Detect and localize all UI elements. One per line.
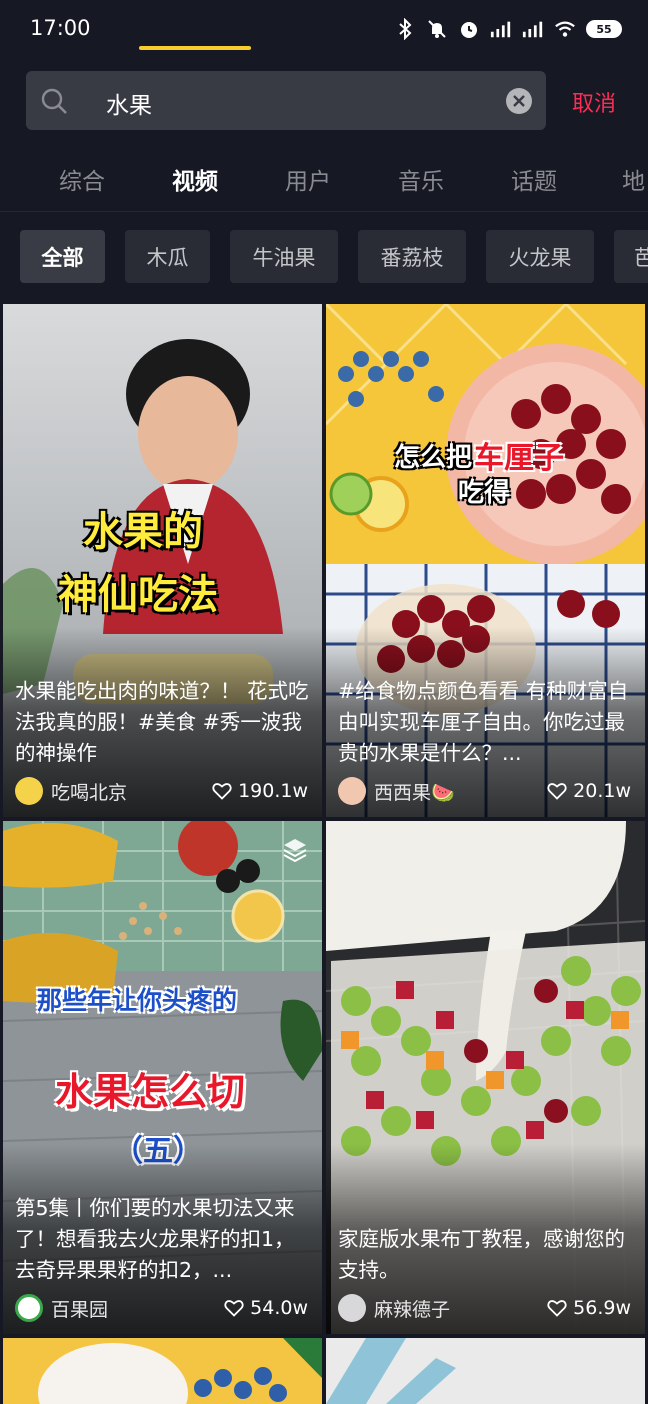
avatar[interactable]	[15, 1294, 43, 1322]
search-input[interactable]: 水果	[26, 71, 546, 130]
like-count: 20.1w	[547, 780, 631, 802]
chip-all[interactable]: 全部	[20, 230, 105, 283]
chip-dragon-fruit[interactable]: 火龙果	[486, 230, 594, 283]
tab-general[interactable]: 综合	[59, 162, 105, 196]
chip-avocado[interactable]: 牛油果	[230, 230, 338, 283]
video-meta: 麻辣德子 56.9w	[338, 1294, 631, 1322]
avatar[interactable]	[338, 1294, 366, 1322]
filter-chips: 全部 木瓜 牛油果 番荔枝 火龙果 芭	[0, 230, 648, 284]
result-tabs: 综合 视频 用户 音乐 话题 地	[0, 158, 648, 212]
tabs-divider	[0, 211, 648, 212]
author-name[interactable]: 麻辣德子	[374, 1295, 450, 1322]
video-overlay-highlight: 车厘子	[474, 441, 564, 476]
tab-topics[interactable]: 话题	[511, 162, 557, 196]
video-description: 第5集丨你们要的水果切法又来了！想看我去火龙果籽的扣1，去奇异果果籽的扣2，..…	[15, 1196, 295, 1282]
avatar[interactable]	[338, 777, 366, 805]
status-icons: 55	[394, 14, 622, 44]
video-meta: 吃喝北京 190.1w	[15, 777, 308, 805]
author-name[interactable]: 西西果🍉	[374, 778, 455, 805]
video-card[interactable]: 水果的 神仙吃法 水果能吃出肉的味道？！ 花式吃法我真的服！#美食 #秀一波我的…	[3, 304, 322, 817]
clear-search-icon[interactable]	[506, 88, 532, 114]
wifi-icon	[554, 18, 576, 40]
search-icon	[40, 87, 68, 115]
video-description: #给食物点颜色看看 有种财富自由叫实现车厘子自由。你吃过最贵的水果是什么？...	[338, 679, 629, 765]
signal-icon	[490, 18, 512, 40]
like-count-value: 54.0w	[250, 1297, 308, 1319]
chip-banana[interactable]: 芭	[614, 230, 648, 283]
mute-icon	[426, 18, 448, 40]
cancel-button[interactable]: 取消	[572, 86, 616, 118]
like-count: 190.1w	[212, 780, 308, 802]
video-overlay-title: 那些年让你头疼的	[37, 986, 238, 1015]
video-card[interactable]: 家庭版水果布丁教程，感谢您的支持。 麻辣德子 56.9w	[326, 821, 645, 1334]
video-overlay-title: 怎么把	[394, 443, 473, 473]
author-name[interactable]: 百果园	[51, 1295, 108, 1322]
status-time: 17:00	[30, 16, 91, 40]
tab-videos[interactable]: 视频	[172, 162, 218, 196]
video-description: 家庭版水果布丁教程，感谢您的支持。	[338, 1227, 625, 1282]
search-query: 水果	[106, 93, 152, 119]
like-count-value: 190.1w	[238, 780, 308, 802]
heart-icon	[547, 1300, 567, 1317]
video-card[interactable]: 那些年让你头疼的 水果怎么切 （五） 第5集丨你们要的水果切法又来了！想看我去火…	[3, 821, 322, 1334]
video-meta: 百果园 54.0w	[15, 1294, 308, 1322]
avatar[interactable]	[15, 777, 43, 805]
video-overlay-title: 神仙吃法	[58, 572, 218, 618]
signal-icon	[522, 18, 544, 40]
video-card[interactable]	[3, 1338, 322, 1404]
multi-image-icon	[281, 835, 309, 867]
video-thumbnail	[326, 1338, 645, 1404]
video-card[interactable]	[326, 1338, 645, 1404]
video-description: 水果能吃出肉的味道？！ 花式吃法我真的服！#美食 #秀一波我的神操作	[15, 679, 309, 765]
active-tab-indicator	[139, 46, 251, 50]
tab-music[interactable]: 音乐	[398, 162, 444, 196]
tab-users[interactable]: 用户	[285, 162, 331, 196]
heart-icon	[547, 783, 567, 800]
heart-icon	[212, 783, 232, 800]
video-overlay-title: 吃得	[458, 478, 511, 508]
battery-icon: 55	[586, 20, 622, 38]
video-card[interactable]: 怎么把 车厘子 吃得 #给食物点颜色看看 有种财富自由叫实现车厘子自由。你吃过最…	[326, 304, 645, 817]
like-count-value: 56.9w	[573, 1297, 631, 1319]
like-count-value: 20.1w	[573, 780, 631, 802]
like-count: 56.9w	[547, 1297, 631, 1319]
like-count: 54.0w	[224, 1297, 308, 1319]
author-name[interactable]: 吃喝北京	[51, 778, 127, 805]
tab-places[interactable]: 地	[622, 162, 645, 196]
video-overlay-title: 水果怎么切	[55, 1070, 246, 1114]
video-overlay-title: 水果的	[83, 509, 203, 555]
alarm-icon	[458, 18, 480, 40]
video-meta: 西西果🍉 20.1w	[338, 777, 631, 805]
chip-sugar-apple[interactable]: 番荔枝	[358, 230, 466, 283]
bluetooth-icon	[394, 18, 416, 40]
chip-papaya[interactable]: 木瓜	[125, 230, 210, 283]
video-thumbnail	[3, 1338, 322, 1404]
heart-icon	[224, 1300, 244, 1317]
status-bar: 17:00 55	[0, 0, 648, 58]
